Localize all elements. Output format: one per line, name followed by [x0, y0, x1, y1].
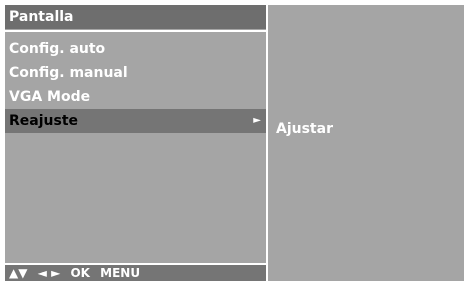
left-right-arrows-icon: ◄ ►: [37, 266, 61, 280]
submenu-item-ajustar[interactable]: Ajustar: [276, 117, 333, 141]
menu-list: Config. auto Config. manual VGA Mode Rea…: [5, 37, 266, 133]
menu-key-hint: MENU: [100, 266, 141, 280]
title-separator: [5, 30, 266, 32]
ok-key-hint: OK: [70, 266, 90, 280]
menu-title: Pantalla: [5, 5, 266, 29]
menu-item-config-manual[interactable]: Config. manual: [5, 61, 266, 85]
submenu-arrow-icon: ►: [253, 115, 261, 126]
menu-item-label: VGA Mode: [9, 89, 91, 105]
menu-panel: Pantalla Config. auto Config. manual VGA…: [5, 5, 266, 281]
key-hint-bar: ▲▼ ◄ ► OK MENU: [5, 265, 266, 281]
menu-item-label: Config. auto: [9, 41, 106, 57]
submenu-panel: Ajustar: [268, 5, 464, 281]
menu-item-reajuste[interactable]: Reajuste ►: [5, 109, 266, 133]
menu-item-vga-mode[interactable]: VGA Mode: [5, 85, 266, 109]
menu-item-config-auto[interactable]: Config. auto: [5, 37, 266, 61]
menu-item-label: Reajuste: [9, 113, 79, 129]
osd-menu: Pantalla Config. auto Config. manual VGA…: [5, 5, 464, 281]
up-down-arrows-icon: ▲▼: [9, 266, 28, 280]
menu-item-label: Config. manual: [9, 65, 128, 81]
